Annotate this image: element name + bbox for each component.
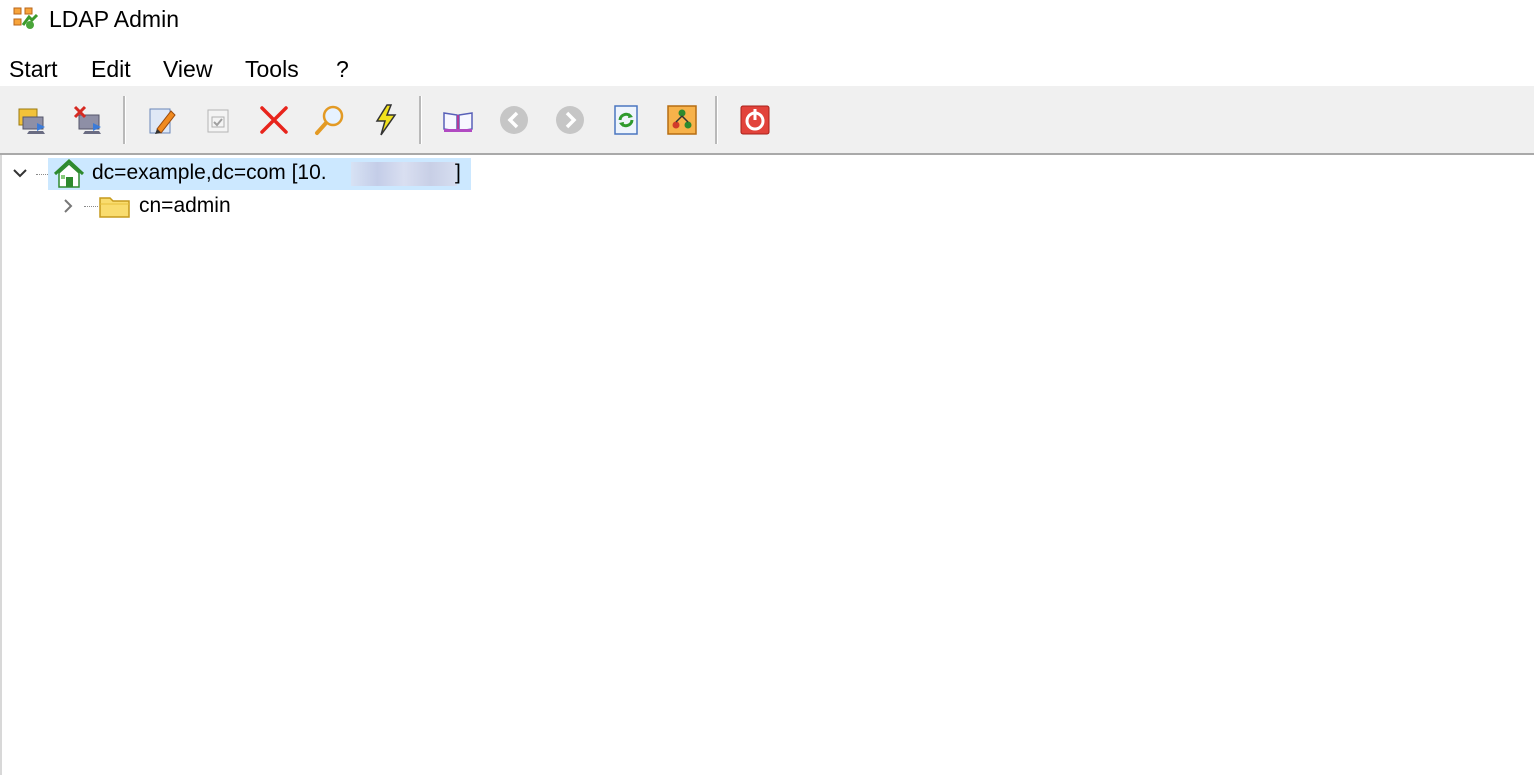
save-entry-button[interactable] <box>201 103 235 137</box>
schema-book-icon <box>443 112 473 132</box>
search-icon <box>315 105 344 135</box>
expand-chevron-icon[interactable] <box>60 198 76 214</box>
exit-icon <box>740 105 770 135</box>
tree-view-button[interactable] <box>665 103 699 137</box>
forward-icon <box>556 106 584 134</box>
save-entry-icon <box>207 109 229 133</box>
tree-root-label[interactable]: dc=example,dc=com [10. <box>92 159 327 187</box>
redacted-address <box>351 162 457 186</box>
directory-tree: dc=example,dc=com [10. ] cn=admin <box>0 155 1534 775</box>
back-icon <box>500 106 528 134</box>
search-button[interactable] <box>313 103 347 137</box>
quick-search-button[interactable] <box>369 103 403 137</box>
tree-root-close-bracket: ] <box>455 161 461 184</box>
title-bar: LDAP Admin <box>0 0 1534 40</box>
refresh-button[interactable] <box>609 103 643 137</box>
schema-button[interactable] <box>441 103 475 137</box>
collapse-chevron-icon[interactable] <box>12 165 28 181</box>
edit-entry-icon <box>149 108 176 134</box>
connect-icon <box>18 108 45 134</box>
quick-search-icon <box>375 104 397 136</box>
menu-start[interactable]: Start <box>8 56 59 82</box>
menu-bar: Start Edit View Tools ? <box>0 52 1534 86</box>
disconnect-button[interactable] <box>71 103 105 137</box>
forward-button[interactable] <box>553 103 587 137</box>
edit-entry-button[interactable] <box>145 103 179 137</box>
server-home-icon <box>52 158 86 195</box>
toolbar-separator <box>123 96 126 144</box>
delete-icon <box>260 106 288 134</box>
toolbar-separator <box>715 96 718 144</box>
menu-view[interactable]: View <box>162 56 213 82</box>
tree-child-label[interactable]: cn=admin <box>139 192 231 220</box>
window-title: LDAP Admin <box>49 6 179 32</box>
disconnect-icon <box>73 105 101 134</box>
toolbar-separator <box>419 96 422 144</box>
connect-button[interactable] <box>15 103 49 137</box>
menu-tools[interactable]: Tools <box>244 56 300 82</box>
ldap-admin-app-icon <box>13 7 39 31</box>
delete-button[interactable] <box>257 103 291 137</box>
toolbar <box>0 86 1534 155</box>
folder-icon <box>98 192 132 225</box>
refresh-icon <box>614 105 638 135</box>
menu-edit[interactable]: Edit <box>90 56 132 82</box>
tree-view-icon <box>667 105 697 135</box>
back-button[interactable] <box>497 103 531 137</box>
tree-connector <box>84 206 98 208</box>
menu-help[interactable]: ? <box>335 56 350 82</box>
exit-button[interactable] <box>738 103 772 137</box>
